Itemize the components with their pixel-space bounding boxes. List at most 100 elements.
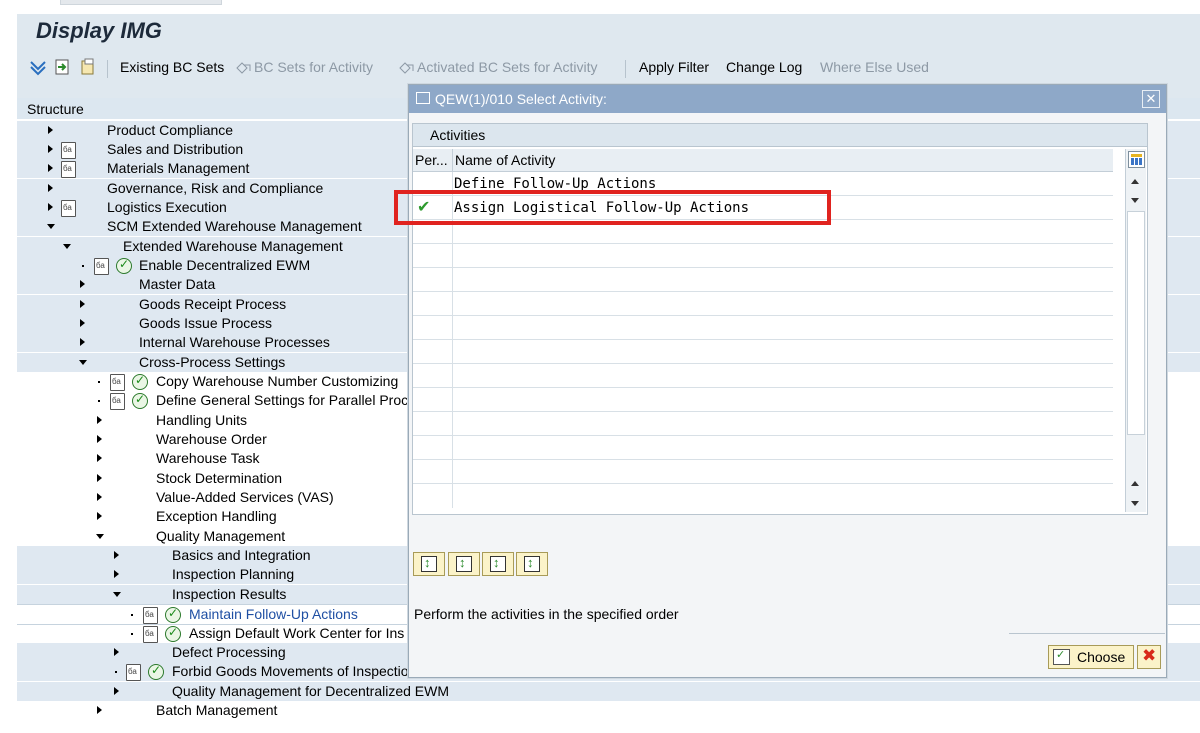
tree-node-label[interactable]: Quality Management (156, 528, 285, 544)
tree-node-label[interactable]: Internal Warehouse Processes (139, 334, 330, 350)
expand-icon[interactable] (114, 687, 119, 695)
table-row[interactable] (413, 460, 1113, 484)
tree-node-label[interactable]: Goods Issue Process (139, 315, 272, 331)
move-last-button[interactable] (516, 552, 548, 576)
expand-icon[interactable] (80, 300, 85, 308)
tree-node-label[interactable]: Batch Management (156, 702, 277, 718)
execute-activity-icon[interactable] (165, 625, 181, 642)
column-header-name[interactable]: Name of Activity (455, 152, 555, 168)
expand-icon[interactable] (48, 126, 53, 134)
table-row[interactable] (413, 412, 1113, 436)
tree-node-label[interactable]: Warehouse Task (156, 450, 260, 466)
execute-activity-icon[interactable] (116, 257, 132, 274)
table-row[interactable] (413, 292, 1113, 316)
tree-node-label[interactable]: SCM Extended Warehouse Management (107, 218, 362, 234)
change-log-button[interactable]: Change Log (726, 59, 802, 75)
expand-icon[interactable] (80, 338, 85, 346)
expand-icon[interactable] (97, 454, 102, 462)
tree-node-label[interactable]: Materials Management (107, 160, 249, 176)
expand-icon[interactable] (97, 512, 102, 520)
expand-icon[interactable] (114, 648, 119, 656)
table-row[interactable] (413, 388, 1113, 412)
tree-node-label[interactable]: Master Data (139, 276, 215, 292)
where-else-used-button[interactable]: Where Else Used (820, 59, 929, 75)
execute-activity-icon[interactable] (132, 392, 148, 409)
collapse-icon[interactable] (113, 592, 121, 597)
tree-node-label[interactable]: Product Compliance (107, 122, 233, 138)
execute-activity-icon[interactable] (165, 606, 181, 623)
execute-activity-icon[interactable] (132, 373, 148, 390)
collapse-icon[interactable] (47, 224, 55, 229)
collapse-icon[interactable] (79, 360, 87, 365)
expand-icon[interactable] (48, 145, 53, 153)
tree-node-label[interactable]: Sales and Distribution (107, 141, 243, 157)
documentation-icon[interactable] (110, 393, 125, 410)
expand-icon[interactable] (48, 203, 53, 211)
dialog-titlebar[interactable]: QEW(1)/010 Select Activity: ✕ (409, 85, 1166, 113)
expand-icon[interactable] (114, 570, 119, 578)
table-row[interactable] (413, 268, 1113, 292)
tree-node-label[interactable]: Basics and Integration (172, 547, 311, 563)
apply-filter-button[interactable]: Apply Filter (639, 59, 709, 75)
documentation-icon[interactable] (61, 161, 76, 178)
tree-row[interactable]: Batch Management (17, 701, 1200, 720)
expand-icon[interactable] (48, 184, 53, 192)
execute-activity-icon[interactable] (148, 663, 164, 680)
documentation-icon[interactable] (61, 200, 76, 217)
tree-node-label[interactable]: Inspection Planning (172, 566, 294, 582)
activated-bc-sets-button[interactable]: Activated BC Sets for Activity (417, 59, 598, 75)
expand-icon[interactable] (114, 551, 119, 559)
tree-node-label[interactable]: Value-Added Services (VAS) (156, 489, 334, 505)
tree-node-label[interactable]: Copy Warehouse Number Customizing (156, 373, 398, 389)
table-row[interactable] (413, 340, 1113, 364)
documentation-icon[interactable] (143, 626, 158, 643)
tree-node-label[interactable]: Logistics Execution (107, 199, 227, 215)
expand-all-icon[interactable] (29, 58, 47, 76)
expand-icon[interactable] (80, 319, 85, 327)
collapse-icon[interactable] (96, 534, 104, 539)
tree-node-label[interactable]: Warehouse Order (156, 431, 267, 447)
column-header-performed[interactable]: Per... (415, 152, 448, 168)
move-first-button[interactable] (413, 552, 445, 576)
table-row[interactable] (413, 244, 1113, 268)
existing-bc-sets-button[interactable]: Existing BC Sets (120, 59, 224, 75)
scroll-page-up-icon[interactable] (1131, 481, 1139, 486)
expand-icon[interactable] (97, 706, 102, 714)
table-row[interactable] (413, 364, 1113, 388)
tree-node-label[interactable]: Exception Handling (156, 508, 277, 524)
tree-row[interactable]: Quality Management for Decentralized EWM (17, 682, 1200, 701)
table-row[interactable] (413, 316, 1113, 340)
column-settings-icon[interactable] (1128, 151, 1145, 168)
move-down-button[interactable] (482, 552, 514, 576)
cancel-button[interactable]: ✖ (1137, 645, 1161, 669)
tree-node-label[interactable]: Extended Warehouse Management (123, 238, 343, 254)
scrollbar-thumb[interactable] (1127, 211, 1145, 435)
import-icon[interactable] (53, 58, 71, 76)
tree-node-label[interactable]: Enable Decentralized EWM (139, 257, 310, 273)
table-row[interactable] (413, 436, 1113, 460)
documentation-icon[interactable] (143, 607, 158, 624)
column-divider[interactable] (452, 149, 453, 171)
scroll-down-icon[interactable] (1131, 198, 1139, 203)
tree-node-label[interactable]: Define General Settings for Parallel Pro… (156, 392, 416, 408)
bc-sets-for-activity-button[interactable]: BC Sets for Activity (254, 59, 373, 75)
expand-icon[interactable] (97, 435, 102, 443)
vertical-scrollbar[interactable] (1125, 149, 1146, 512)
tree-node-label[interactable]: Quality Management for Decentralized EWM (172, 683, 449, 699)
collapse-icon[interactable] (63, 244, 71, 249)
tree-node-label[interactable]: Goods Receipt Process (139, 296, 286, 312)
tree-node-label[interactable]: Stock Determination (156, 470, 282, 486)
top-tab[interactable] (60, 0, 222, 5)
expand-icon[interactable] (80, 280, 85, 288)
tree-node-label[interactable]: Governance, Risk and Compliance (107, 180, 323, 196)
clipboard-icon[interactable] (79, 58, 97, 76)
move-up-button[interactable] (448, 552, 480, 576)
tree-node-label[interactable]: Handling Units (156, 412, 247, 428)
documentation-icon[interactable] (61, 142, 76, 159)
expand-icon[interactable] (97, 474, 102, 482)
close-icon[interactable]: ✕ (1142, 90, 1160, 108)
tree-node-label[interactable]: Cross-Process Settings (139, 354, 285, 370)
expand-icon[interactable] (97, 493, 102, 501)
tree-node-label[interactable]: Maintain Follow-Up Actions (189, 606, 358, 622)
documentation-icon[interactable] (94, 258, 109, 275)
